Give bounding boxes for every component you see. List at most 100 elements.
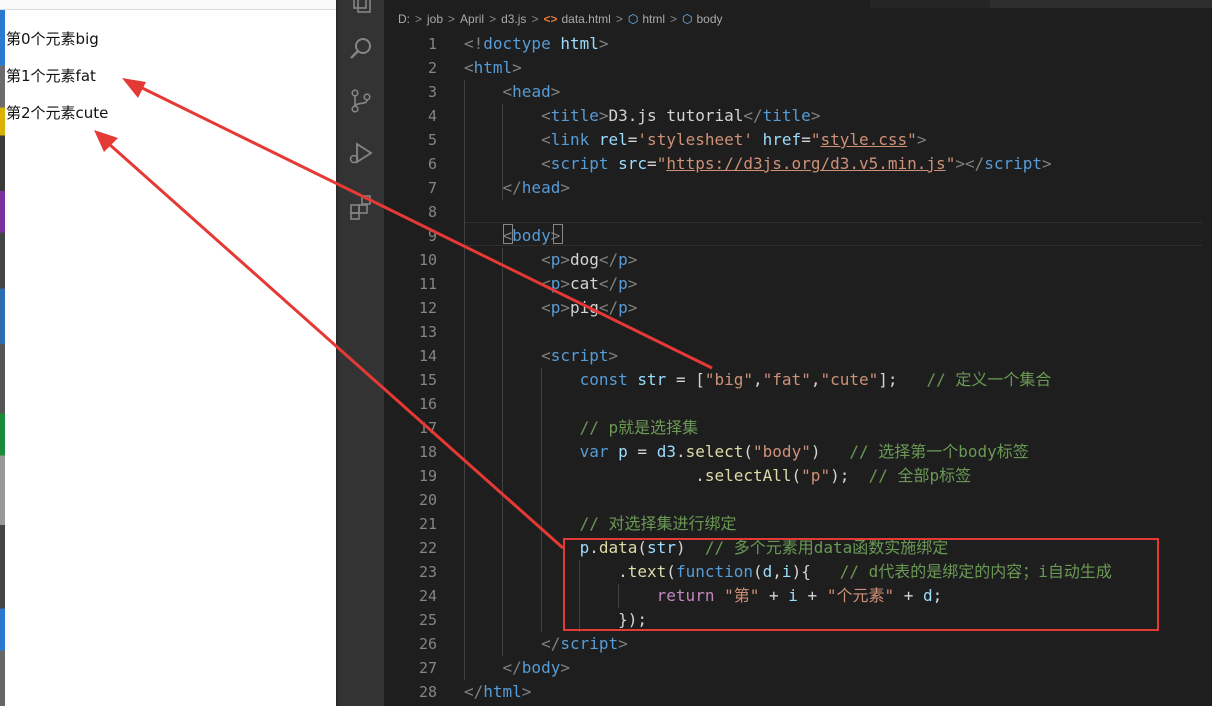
line-number[interactable]: 6 <box>384 152 437 176</box>
line-number[interactable]: 17 <box>384 416 437 440</box>
line-number[interactable]: 1 <box>384 32 437 56</box>
code-text[interactable]: <p>dog</p> <box>464 248 637 272</box>
code-line[interactable]: 10 <p>dog</p> <box>384 248 1212 272</box>
code-line[interactable]: 21 // 对选择集进行绑定 <box>384 512 1212 536</box>
extensions-icon[interactable] <box>348 194 374 220</box>
line-number[interactable]: 24 <box>384 584 437 608</box>
code-token: > <box>512 58 522 77</box>
code-text[interactable]: <script> <box>464 344 618 368</box>
code-line[interactable]: 3 <head> <box>384 80 1212 104</box>
code-text[interactable]: <p>cat</p> <box>464 272 637 296</box>
code-token: href <box>762 130 802 149</box>
code-line[interactable]: 5 <link rel='stylesheet' href="style.css… <box>384 128 1212 152</box>
source-control-icon[interactable] <box>348 88 374 114</box>
code-line[interactable]: 27 </body> <box>384 656 1212 680</box>
code-line[interactable]: 26 </script> <box>384 632 1212 656</box>
line-number[interactable]: 16 <box>384 392 437 416</box>
code-text[interactable]: <!doctype html> <box>464 32 609 56</box>
code-line[interactable]: 11 <p>cat</p> <box>384 272 1212 296</box>
line-number[interactable]: 22 <box>384 536 437 560</box>
code-text[interactable]: </html> <box>464 680 531 704</box>
code-token: var <box>579 442 609 461</box>
line-number[interactable]: 4 <box>384 104 437 128</box>
line-number[interactable]: 13 <box>384 320 437 344</box>
code-token: < <box>541 346 551 365</box>
breadcrumb-item-body[interactable]: body <box>697 12 723 26</box>
search-icon[interactable] <box>348 36 374 62</box>
code-line[interactable]: 16 <box>384 392 1212 416</box>
code-line[interactable]: 20 <box>384 488 1212 512</box>
code-token: html <box>483 682 522 701</box>
breadcrumb-item-drive[interactable]: D: <box>398 12 410 26</box>
line-number[interactable]: 23 <box>384 560 437 584</box>
code-text[interactable]: <title>D3.js tutorial</title> <box>464 104 820 128</box>
code-text[interactable]: </script> <box>464 632 628 656</box>
breadcrumb-item-html[interactable]: html <box>642 12 665 26</box>
code-text[interactable]: .selectAll("p"); // 全部p标签 <box>464 464 971 488</box>
code-line[interactable]: 13 <box>384 320 1212 344</box>
code-text[interactable]: <link rel='stylesheet' href="style.css"> <box>464 128 926 152</box>
line-number[interactable]: 5 <box>384 128 437 152</box>
line-number[interactable]: 14 <box>384 344 437 368</box>
line-number[interactable]: 2 <box>384 56 437 80</box>
line-number[interactable]: 10 <box>384 248 437 272</box>
code-line[interactable]: 4 <title>D3.js tutorial</title> <box>384 104 1212 128</box>
code-token: </ <box>598 274 619 293</box>
line-number[interactable]: 11 <box>384 272 437 296</box>
code-text[interactable]: <html> <box>464 56 522 80</box>
code-token: . <box>675 442 686 461</box>
line-number[interactable]: 25 <box>384 608 437 632</box>
line-number[interactable]: 3 <box>384 80 437 104</box>
line-number[interactable]: 20 <box>384 488 437 512</box>
code-line[interactable]: 8 <box>384 200 1212 224</box>
breadcrumb-item-folder[interactable]: d3.js <box>501 12 526 26</box>
breadcrumb-item-file[interactable]: data.html <box>561 12 610 26</box>
line-number[interactable]: 28 <box>384 680 437 704</box>
code-line[interactable]: 28 </html> <box>384 680 1212 704</box>
code-token: "p" <box>801 466 831 485</box>
code-text[interactable]: <head> <box>464 80 561 104</box>
code-line[interactable]: 6 <script src="https://d3js.org/d3.v5.mi… <box>384 152 1212 176</box>
code-text[interactable]: // p就是选择集 <box>464 416 699 440</box>
line-number[interactable]: 15 <box>384 368 437 392</box>
breadcrumb-item-april[interactable]: April <box>460 12 484 26</box>
code-line[interactable]: 1 <!doctype html> <box>384 32 1212 56</box>
line-number[interactable]: 26 <box>384 632 437 656</box>
code-line[interactable]: 14 <script> <box>384 344 1212 368</box>
editor-tab-active[interactable] <box>384 0 870 8</box>
code-text[interactable]: // 对选择集进行绑定 <box>464 512 737 536</box>
line-number[interactable]: 9 <box>384 224 437 248</box>
code-token: </ <box>502 178 522 197</box>
code-text[interactable]: const str = ["big","fat","cute"]; // 定义一… <box>464 368 1052 392</box>
explorer-icon[interactable] <box>348 0 374 18</box>
line-number[interactable]: 27 <box>384 656 437 680</box>
run-debug-icon[interactable] <box>348 140 374 166</box>
code-text[interactable]: <p>pig</p> <box>464 296 637 320</box>
code-line[interactable]: 12 <p>pig</p> <box>384 296 1212 320</box>
code-line[interactable]: 17 // p就是选择集 <box>384 416 1212 440</box>
code-token: = <box>647 154 657 173</box>
code-token: const <box>579 370 628 389</box>
line-number[interactable]: 7 <box>384 176 437 200</box>
code-text[interactable]: <script src="https://d3js.org/d3.v5.min.… <box>464 152 1052 176</box>
line-number[interactable]: 18 <box>384 440 437 464</box>
line-number[interactable]: 19 <box>384 464 437 488</box>
code-text[interactable]: <body> <box>464 224 561 248</box>
code-line[interactable]: 7 </head> <box>384 176 1212 200</box>
code-line[interactable]: 2 <html> <box>384 56 1212 80</box>
code-text[interactable]: </head> <box>464 176 570 200</box>
code-line[interactable]: 9 <body> <box>384 224 1212 248</box>
code-line[interactable]: 19 .selectAll("p"); // 全部p标签 <box>384 464 1212 488</box>
code-line[interactable]: 15 const str = ["big","fat","cute"]; // … <box>384 368 1212 392</box>
code-text[interactable]: </body> <box>464 656 570 680</box>
code-text[interactable]: var p = d3.select("body") // 选择第一个body标签 <box>464 440 1029 464</box>
breadcrumb-item-job[interactable]: job <box>427 12 443 26</box>
editor-tab-inactive[interactable] <box>990 0 1212 8</box>
line-number[interactable]: 21 <box>384 512 437 536</box>
code-line[interactable]: 18 var p = d3.select("body") // 选择第一个bod… <box>384 440 1212 464</box>
line-number[interactable]: 8 <box>384 200 437 224</box>
line-number[interactable]: 12 <box>384 296 437 320</box>
